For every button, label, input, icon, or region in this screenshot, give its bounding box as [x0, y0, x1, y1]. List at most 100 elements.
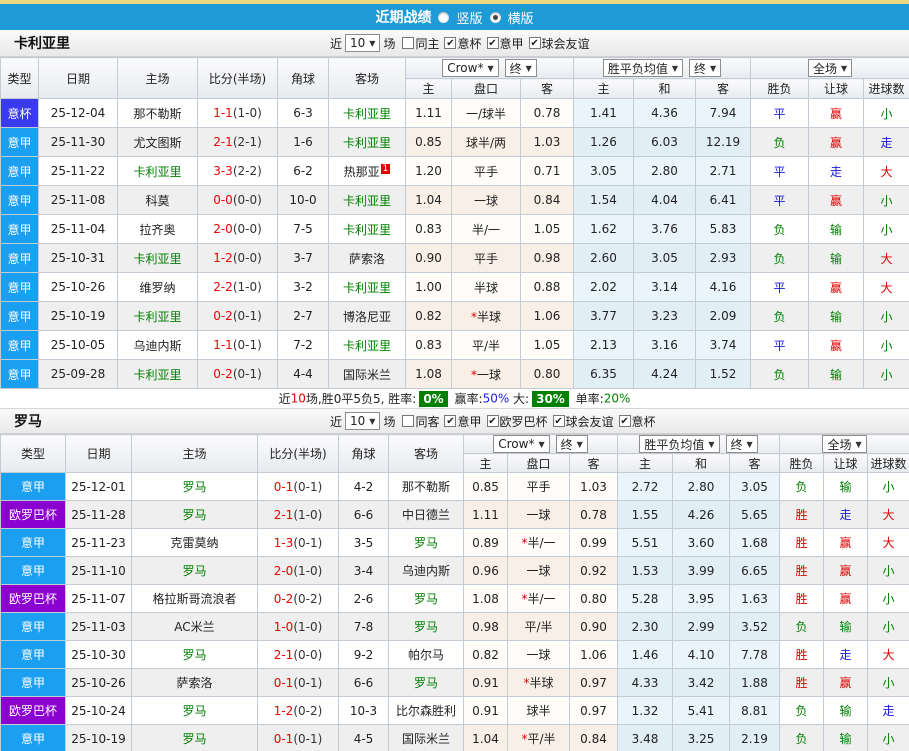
handicap-away-odds: 0.80	[568, 584, 619, 613]
team-name: 卡利亚里	[133, 164, 182, 179]
team-name: 乌迪内斯	[133, 338, 182, 353]
result-goals: 小	[867, 612, 909, 641]
away-team-cell: 比尔森胜利	[388, 696, 464, 725]
result-handicap: 赢	[823, 528, 869, 557]
mean-away-odds: 1.63	[729, 584, 781, 613]
team-name: 那不勒斯	[401, 480, 450, 494]
corner-cell: 6-6	[338, 500, 389, 529]
checkbox-icon[interactable]	[552, 415, 565, 427]
scope-dropdown[interactable]: 全场 ▼	[807, 59, 853, 77]
mean-odds-dropdown[interactable]: 胜平负均值 ▼	[602, 59, 684, 77]
checkbox-icon[interactable]	[444, 37, 457, 49]
corner-cell: 3-7	[277, 243, 329, 273]
result-handicap: 赢	[808, 272, 865, 302]
mean-stage-dropdown[interactable]: 终 ▼	[725, 435, 758, 453]
sub-header-wdl: 胜负	[750, 78, 810, 99]
result-wdl: 负	[750, 243, 810, 273]
team-name: 罗马	[413, 676, 438, 690]
corner-cell: 7-5	[277, 214, 329, 244]
summary-segment: 单率:	[571, 392, 604, 406]
result-handicap: 赢	[823, 668, 869, 697]
corner-cell: 1-6	[277, 127, 329, 157]
chevron-down-icon: ▼	[855, 439, 862, 449]
away-team-cell: 帕尔马	[388, 640, 464, 669]
mean-away-odds: 2.93	[695, 243, 752, 273]
checkbox-icon[interactable]	[618, 415, 631, 427]
filter-checkbox[interactable]: 欧罗巴杯	[486, 413, 548, 430]
fulltime-score: 2-1	[213, 135, 233, 149]
filter-checkbox[interactable]: 意杯	[444, 35, 482, 52]
dropdown-value: 终	[509, 61, 522, 76]
away-team-cell: 热那亚 1	[328, 156, 406, 186]
horizontal-layout-radio[interactable]	[489, 11, 501, 23]
checkbox-icon[interactable]	[402, 37, 415, 49]
odds-company-dropdown[interactable]: Crow* ▼	[493, 435, 550, 453]
matches-table-header: 类型 日期 主场 比分(半场) 角球 客场 Crow* ▼ 终 ▼ 胜平负均值 ▼ 终…	[0, 434, 909, 473]
recent-count-dropdown[interactable]: 10 ▼	[345, 34, 381, 52]
sub-header-mean-draw: 和	[672, 453, 731, 473]
handicap-away-odds: 0.90	[568, 612, 619, 641]
filter-checkbox[interactable]: 同主	[402, 35, 439, 52]
team-name: 卡利亚里	[342, 280, 391, 295]
result-goals: 大	[867, 500, 909, 529]
vertical-layout-label[interactable]: 竖版	[456, 8, 482, 27]
filter-checkbox[interactable]: 球会友谊	[552, 413, 614, 430]
result-goals: 小	[867, 472, 909, 501]
mean-odds-dropdown[interactable]: 胜平负均值 ▼	[639, 435, 720, 453]
odds-stage-dropdown[interactable]: 终 ▼	[504, 59, 537, 77]
filter-checkbox[interactable]: 同客	[402, 413, 439, 430]
handicap-home-odds: 1.11	[405, 98, 452, 128]
chevron-down-icon: ▼	[369, 38, 376, 48]
fulltime-score: 0-2	[273, 591, 294, 606]
handicap-line: 球半	[507, 696, 570, 725]
away-team-cell: 卡利亚里	[328, 127, 406, 157]
team-name: 卡利亚里	[133, 367, 182, 382]
star-mark: *	[521, 592, 528, 606]
page-title: 近期战绩	[375, 10, 432, 26]
horizontal-layout-label[interactable]: 横版	[508, 8, 534, 27]
checkbox-icon[interactable]	[402, 415, 415, 427]
result-wdl: 平	[750, 185, 810, 215]
result-wdl: 负	[779, 612, 825, 641]
checkbox-icon[interactable]	[444, 415, 457, 427]
col-header-away: 客场	[388, 434, 464, 473]
mean-stage-dropdown[interactable]: 终 ▼	[689, 59, 722, 77]
odds-stage-dropdown[interactable]: 终 ▼	[555, 435, 588, 453]
result-goals: 小	[867, 556, 909, 585]
handicap-away-odds: 0.78	[568, 500, 619, 529]
dropdown-value: 终	[730, 437, 743, 452]
handicap-header-group: Crow* ▼ 终 ▼	[462, 434, 619, 454]
away-team-cell: 罗马	[388, 612, 464, 641]
mean-away-odds: 1.68	[729, 528, 781, 557]
home-team-cell: 卡利亚里	[117, 359, 198, 389]
recent-count-dropdown[interactable]: 10 ▼	[345, 412, 381, 430]
chevron-down-icon: ▼	[840, 63, 848, 73]
dropdown-value: 全场	[812, 61, 837, 76]
score-cell: 2-1(0-0)	[257, 640, 339, 669]
star-mark: *	[470, 367, 477, 382]
result-handicap: 赢	[808, 185, 865, 215]
mean-home-odds: 5.51	[617, 528, 674, 557]
mean-away-odds: 6.41	[695, 185, 752, 215]
checkbox-icon[interactable]	[486, 37, 499, 49]
home-team-cell: 拉齐奥	[117, 214, 198, 244]
mean-away-odds: 2.19	[729, 724, 781, 751]
filter-checkbox[interactable]: 球会友谊	[528, 35, 590, 52]
handicap-home-odds: 0.91	[463, 668, 508, 697]
chevron-down-icon: ▼	[671, 63, 679, 73]
summary-segment: 30%	[532, 390, 569, 407]
col-header-type: 类型	[0, 434, 66, 473]
mean-away-odds: 7.94	[695, 98, 752, 128]
scope-dropdown[interactable]: 全场 ▼	[822, 435, 867, 453]
summary-segment: 0%	[419, 390, 448, 407]
home-team-cell: 尤文图斯	[117, 127, 198, 157]
corner-cell: 3-5	[338, 528, 389, 557]
vertical-layout-radio[interactable]	[438, 11, 450, 23]
result-wdl: 负	[750, 359, 810, 389]
checkbox-icon[interactable]	[528, 37, 541, 49]
odds-company-dropdown[interactable]: Crow* ▼	[442, 59, 499, 77]
checkbox-icon[interactable]	[486, 415, 499, 427]
filter-checkbox[interactable]: 意甲	[444, 413, 482, 430]
filter-checkbox[interactable]: 意杯	[618, 413, 656, 430]
filter-checkbox[interactable]: 意甲	[486, 35, 524, 52]
